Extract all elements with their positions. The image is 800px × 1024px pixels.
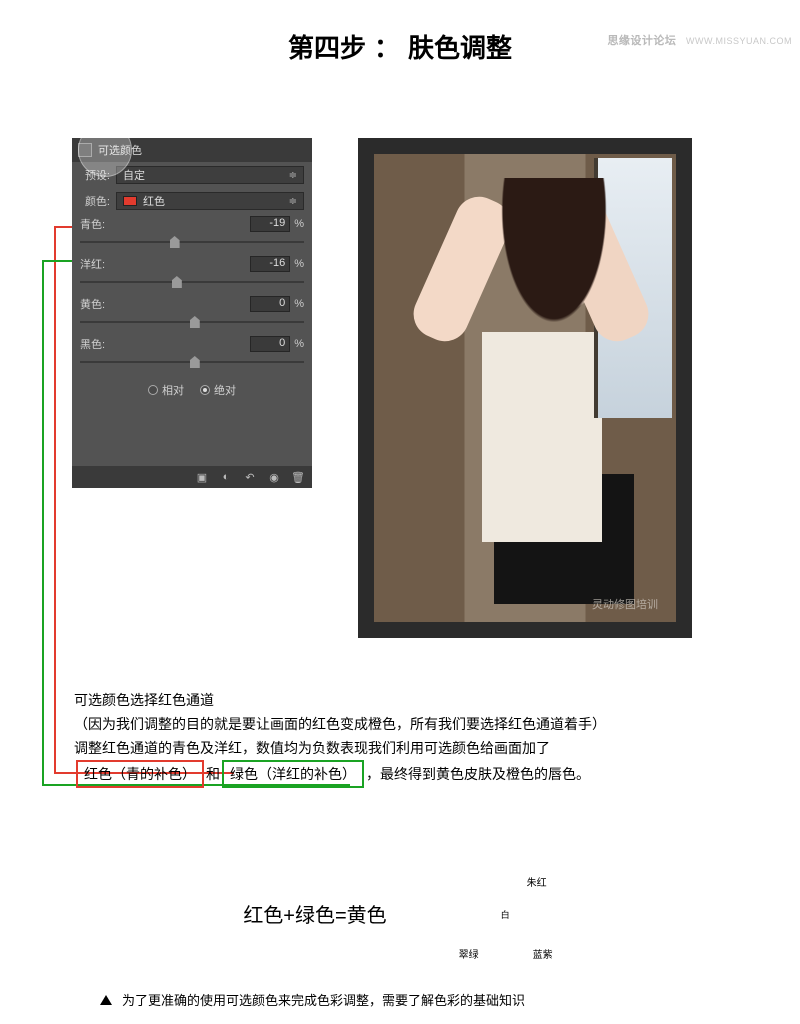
connector-green [42,260,76,262]
watermark-site: 思缘设计论坛 [607,35,676,47]
visibility-icon[interactable]: ◉ [266,470,282,484]
result-image: 灵动修图培训 [374,154,676,622]
cyan-label: 青色: [80,216,105,232]
dropdown-arrows-icon: ≑ [289,170,297,181]
magenta-pct: % [294,258,304,270]
slider-cyan: 青色: -19 % [72,214,312,250]
color-value: 红色 [143,193,165,209]
radio-absolute-label: 绝对 [214,382,236,398]
watermark-url: WWW.MISSYUAN.COM [686,36,792,46]
slider-yellow: 黄色: 0 % [72,294,312,330]
prev-state-icon[interactable]: ◐ [218,470,234,484]
explanation-text: 可选颜色选择红色通道 （因为我们调整的目的就是要让画面的红色变成橙色，所有我们要… [74,688,714,788]
connector-green [42,260,44,786]
triangle-bullet-icon [100,995,112,1005]
panel-tabbar: 可选颜色 [72,138,312,162]
radio-relative-label: 相对 [162,382,184,398]
magenta-label: 洋红: [80,256,105,272]
color-label: 颜色: [80,193,110,209]
footnote: 为了更准确的使用可选颜色来完成色彩调整，需要了解色彩的基础知识 [100,990,525,1009]
color-swatch-icon [123,196,137,206]
color-row: 颜色: 红色 ≑ [72,188,312,214]
cyan-slider[interactable] [80,234,304,250]
venn-label-red: 朱红 [527,874,547,889]
highlight-green: 绿色（洋红的补色） [222,760,364,788]
result-image-frame: 灵动修图培训 [358,138,692,638]
explain-line1: 可选颜色选择红色通道 [74,688,714,712]
explain-line2: （因为我们调整的目的就是要让画面的红色变成橙色，所有我们要选择红色通道着手） [74,712,714,736]
title-name: 肤色调整 [408,33,512,63]
magenta-value[interactable]: -16 [250,256,290,272]
black-label: 黑色: [80,336,105,352]
black-slider[interactable] [80,354,304,370]
preset-value: 自定 [123,167,145,183]
radio-icon [148,385,158,395]
title-colon: ： [374,33,400,63]
explain-l4b: 和 [206,766,220,782]
venn-label-white: 白 [501,908,510,921]
radio-icon [200,385,210,395]
yellow-value[interactable]: 0 [250,296,290,312]
cyan-value[interactable]: -19 [250,216,290,232]
yellow-slider[interactable] [80,314,304,330]
adjustment-icon[interactable] [78,123,132,177]
black-pct: % [294,338,304,350]
radio-relative[interactable]: 相对 [148,382,184,398]
cyan-pct: % [294,218,304,230]
preset-select[interactable]: 自定 ≑ [116,166,304,184]
watermark: 思缘设计论坛 WWW.MISSYUAN.COM [607,32,792,48]
reset-icon[interactable]: ↶ [242,470,258,484]
slider-black: 黑色: 0 % [72,334,312,370]
explain-l4d: ，最终得到黄色皮肤及橙色的唇色。 [366,766,590,782]
title-step: 第四步 [288,33,366,63]
magenta-slider[interactable] [80,274,304,290]
method-radio-group: 相对 绝对 [72,374,312,406]
selective-color-panel: 可选颜色 预设: 自定 ≑ 颜色: 红色 ≑ 青色: [72,138,312,488]
dropdown-arrows-icon: ≑ [289,196,297,207]
yellow-pct: % [294,298,304,310]
yellow-label: 黄色: [80,296,105,312]
footnote-text: 为了更准确的使用可选颜色来完成色彩调整，需要了解色彩的基础知识 [122,990,525,1009]
formula-row: 红色+绿色=黄色 朱红 翠绿 蓝紫 白 [0,868,800,958]
clip-icon[interactable]: ▣ [194,470,210,484]
color-select[interactable]: 红色 ≑ [116,192,304,210]
venn-label-green: 翠绿 [459,946,479,961]
color-formula: 红色+绿色=黄色 [243,899,386,928]
connector-red [54,226,56,774]
venn-label-blue: 蓝紫 [533,946,553,961]
radio-absolute[interactable]: 绝对 [200,382,236,398]
black-value[interactable]: 0 [250,336,290,352]
slider-magenta: 洋红: -16 % [72,254,312,290]
explain-line4: 红色（青的补色）和绿色（洋红的补色），最终得到黄色皮肤及橙色的唇色。 [74,760,714,788]
color-venn-diagram: 朱红 翠绿 蓝紫 白 [457,868,557,958]
explain-line3: 调整红色通道的青色及洋红，数值均为负数表现我们利用可选颜色给画面加了 [74,736,714,760]
image-caption: 灵动修图培训 [592,596,658,612]
panel-footer: ▣ ◐ ↶ ◉ 🗑 [72,466,312,488]
highlight-red: 红色（青的补色） [76,760,204,788]
trash-icon[interactable]: 🗑 [290,470,306,484]
